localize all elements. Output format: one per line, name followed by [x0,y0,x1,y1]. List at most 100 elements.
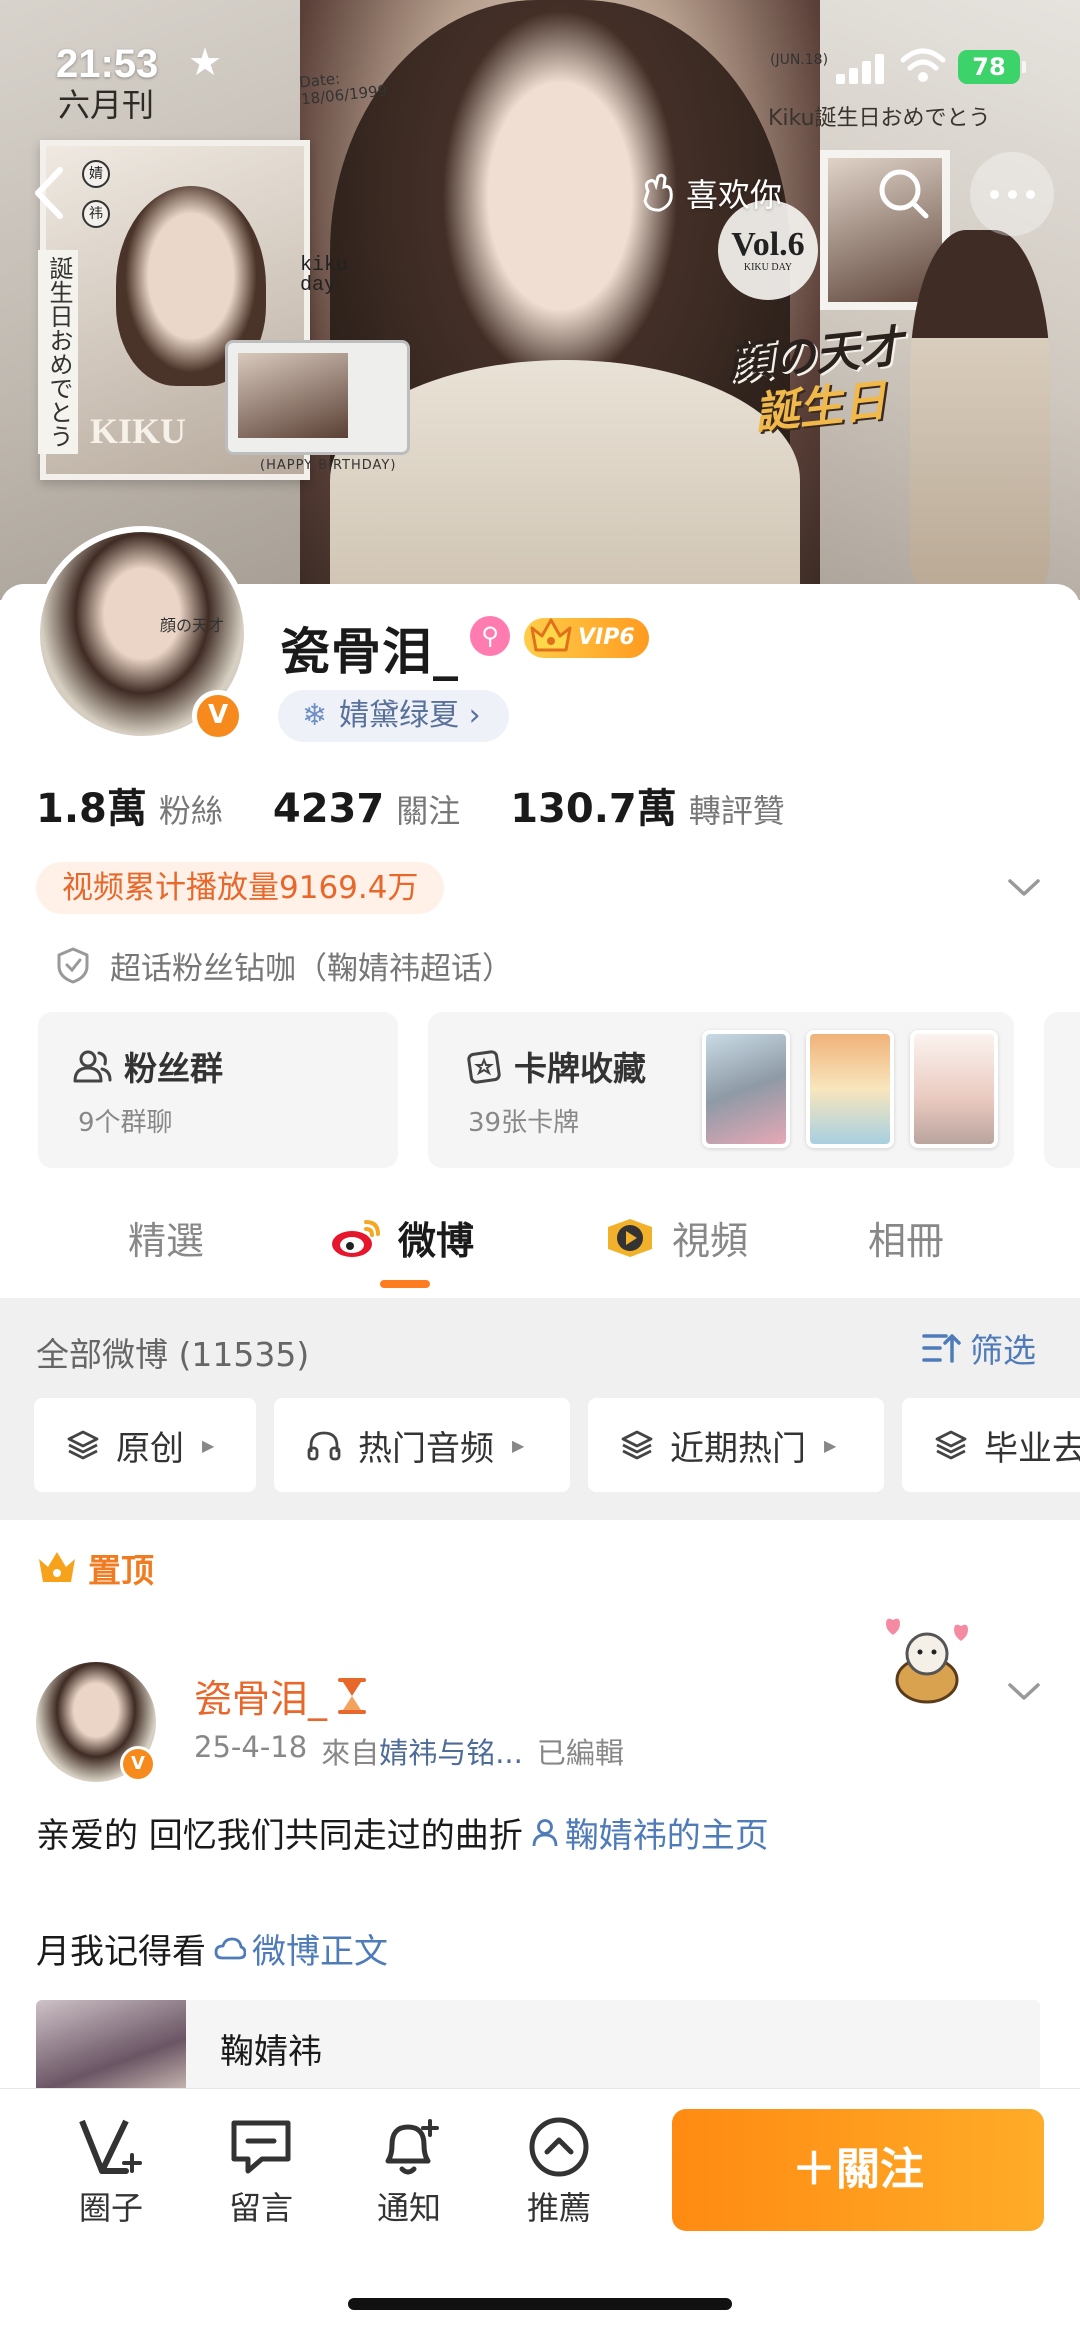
chip-label: 热门音频 [358,1428,494,1469]
post-edited: 已編輯 [536,1736,624,1770]
post-verified-badge: V [120,1746,156,1782]
crown-icon [530,618,572,652]
tab-album[interactable]: 相冊 [868,1210,944,1265]
card-thumb [910,1030,998,1148]
notify-label: 通知 [376,2189,441,2227]
banner-title-art: 顔の天才 誕生日 [725,321,911,443]
caret-right-icon: ▶ [824,1435,837,1455]
message-label: 留言 [228,2189,293,2227]
card-icon [467,1050,501,1084]
tab-album-label: 相冊 [868,1219,945,1263]
layers-icon [621,1430,653,1460]
chat-icon [231,2120,291,2174]
chip-graduation[interactable]: 毕业去 [902,1398,1080,1492]
profile-link[interactable]: 鞠婧祎的主页 [531,1808,769,1857]
fan-tag-label: 婧黛绿夏 › [339,698,481,733]
stat-followers[interactable]: 1.8萬 粉絲 [36,776,223,834]
banner-vol-label: Vol.6 [731,226,805,263]
chevron-down-icon[interactable] [1006,1676,1042,1706]
stat-label: 粉絲 [158,792,223,830]
card-collection-title: 卡牌收藏 [514,1049,646,1088]
person-icon [532,1818,558,1846]
weibo-full-text-link[interactable]: 微博正文 [214,1924,388,1973]
follow-button[interactable]: ＋關注 [672,2109,1044,2231]
vip-badge[interactable]: VIP6 [524,618,649,658]
wifi-icon [900,48,946,82]
card-collection-tile[interactable]: 卡牌收藏 39张卡牌 [428,1012,1014,1168]
profile-name: 瓷骨泪_ [280,623,459,681]
card-thumb [806,1030,894,1148]
search-icon[interactable] [874,164,934,224]
back-icon[interactable] [24,158,74,228]
fan-tag[interactable]: ❄ 婧黛绿夏 › [278,690,509,742]
stat-following[interactable]: 4237 關注 [273,786,460,832]
post-text2: 月我记得看 [36,1932,206,1972]
vip-label: VIP6 [578,625,635,650]
post-source: 婧祎与铭... [379,1736,523,1770]
embedded-card[interactable]: 鞠婧祎 [36,2000,1040,2100]
snowflake-icon: ❄ [302,698,328,733]
extra-tile[interactable] [1044,1012,1080,1168]
banner-tag-1: 婧 [82,160,110,188]
stat-value: 4237 [272,786,385,832]
chip-original[interactable]: 原创 ▶ [34,1398,256,1492]
stat-label: 轉評贊 [688,792,785,830]
chip-hot-audio[interactable]: 热门音频 ▶ [274,1398,570,1492]
more-button[interactable] [970,152,1054,236]
stat-interactions[interactable]: 130.7萬 轉評贊 [510,776,785,834]
superfan-icon[interactable]: ⚲ [470,616,510,656]
post-source-row[interactable]: 來自婧祎与铭... [321,1730,523,1772]
stat-value: 130.7萬 [510,786,677,832]
circle-v-icon [79,2119,142,2174]
tab-weibo[interactable]: 微博 [330,1210,474,1265]
supertopic-row[interactable]: 超话粉丝钻咖（鞠婧祎超话） [56,940,513,990]
status-bar: 21:53 ★ 78 [0,0,1080,130]
filter-label: 筛选 [970,1331,1036,1370]
caret-right-icon: ▶ [512,1435,525,1455]
video-play-count[interactable]: 视频累计播放量9169.4万 [36,862,445,914]
bell-plus-icon [385,2119,439,2175]
weibo-count: 全部微博 (11535) [36,1335,310,1374]
tab-video[interactable]: 視頻 [602,1210,748,1265]
tab-featured[interactable]: 精選 [128,1210,204,1265]
post-text-line1: 亲爱的 回忆我们共同走过的曲折 鞠婧祎的主页 [36,1808,769,1857]
headphones-icon [307,1431,341,1461]
chevron-down-icon[interactable] [1006,872,1042,902]
post-from-prefix: 來自 [321,1736,380,1770]
home-indicator[interactable] [348,2298,732,2310]
signal-icon [836,54,886,84]
post-author-name: 瓷骨泪_ [194,1677,328,1721]
stat-label: 關注 [396,792,461,830]
fans-group-sub: 9个群聊 [78,1108,173,1138]
group-icon [73,1050,112,1083]
tab-weibo-label: 微博 [398,1219,475,1263]
notify-button[interactable]: 通知 [354,2115,464,2229]
banner-right-figure [910,230,1050,590]
filter-button[interactable]: 筛选 [922,1324,1036,1372]
like-label: 喜欢你 [686,176,783,214]
supertopic-label: 超话粉丝钻咖（鞠婧祎超话） [110,950,513,987]
circle-button[interactable]: 圈子 [56,2115,166,2229]
profile-stats: 1.8萬 粉絲 4237 關注 130.7萬 轉評贊 [36,776,835,832]
fans-group-tile[interactable]: 粉丝群 9个群聊 [38,1012,398,1168]
banner-vol-sub: KIKU DAY [743,262,793,273]
status-time: 21:53 [56,42,159,86]
layers-icon [67,1430,99,1460]
shield-icon [57,947,89,984]
message-button[interactable]: 留言 [206,2115,316,2229]
post-text1: 亲爱的 回忆我们共同走过的曲折 [36,1816,523,1856]
post-author[interactable]: 瓷骨泪_ [194,1668,367,1723]
circle-label: 圈子 [78,2189,143,2227]
card-thumb [702,1030,790,1148]
stat-value: 1.8萬 [36,786,147,832]
card-collection-title-row: 卡牌收藏 [466,1042,646,1090]
layers-icon [935,1430,967,1460]
video-icon [608,1218,652,1257]
fans-group-title: 粉丝群 [124,1049,223,1088]
recommend-button[interactable]: 推薦 [504,2115,614,2229]
post-meta: 25-4-18 來自婧祎与铭... 已編輯 [194,1730,624,1772]
like-button[interactable]: 喜欢你 [640,158,782,228]
chip-recent-hot[interactable]: 近期热门 ▶ [588,1398,884,1492]
tab-featured-label: 精選 [128,1219,205,1263]
chip-label: 原创 [116,1428,184,1469]
